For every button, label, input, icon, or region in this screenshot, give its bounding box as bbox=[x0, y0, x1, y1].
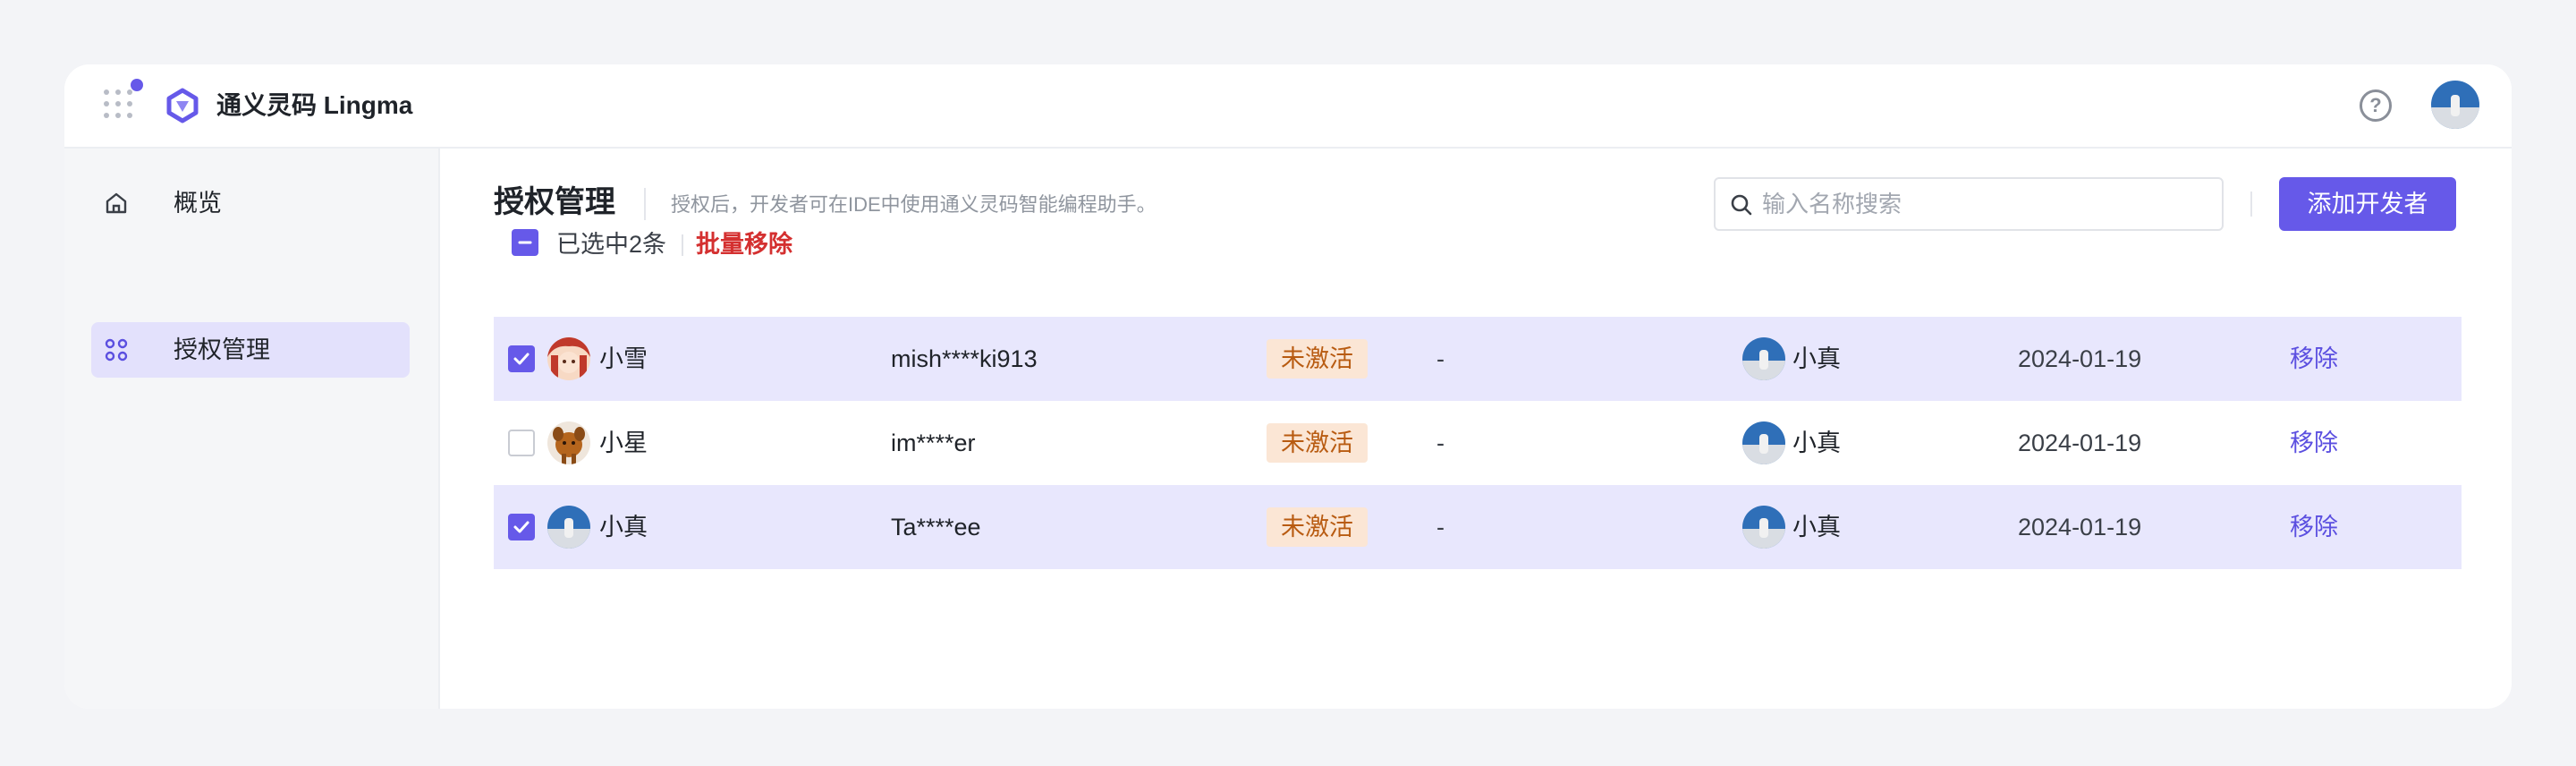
developer-name: 小雪 bbox=[599, 345, 648, 372]
avatar bbox=[547, 421, 590, 464]
sidebar-item-label: 概览 bbox=[174, 190, 222, 217]
apps-dots-icon bbox=[105, 338, 128, 362]
user-avatar[interactable] bbox=[2431, 81, 2479, 129]
search-box[interactable] bbox=[1714, 177, 2224, 231]
inviter-name: 小真 bbox=[1792, 345, 1841, 372]
app-name[interactable]: 通义灵码 Lingma bbox=[216, 89, 412, 122]
avatar bbox=[547, 337, 590, 380]
sidebar: 概览 授权管理 bbox=[64, 149, 440, 709]
status-badge: 未激活 bbox=[1267, 339, 1368, 379]
inviter-name: 小真 bbox=[1792, 514, 1841, 540]
page-description: 授权后，开发者可在IDE中使用通义灵码智能编程助手。 bbox=[671, 193, 1157, 216]
developer-name: 小真 bbox=[599, 514, 648, 540]
notification-dot bbox=[131, 79, 143, 91]
inviter-avatar bbox=[1742, 506, 1785, 549]
row-checkbox[interactable] bbox=[508, 345, 535, 372]
inviter-avatar bbox=[1742, 337, 1785, 380]
sidebar-item-overview[interactable]: 概览 bbox=[91, 175, 410, 231]
select-all-checkbox[interactable] bbox=[512, 229, 538, 256]
status-badge: 未激活 bbox=[1267, 423, 1368, 463]
home-icon bbox=[106, 192, 127, 214]
table-row[interactable]: 小雪 mish****ki913 未激活 - 小真 2024-01-19 移除 bbox=[494, 317, 2462, 401]
row-checkbox[interactable] bbox=[508, 430, 535, 456]
sidebar-item-authorization[interactable]: 授权管理 bbox=[91, 322, 410, 378]
remove-link[interactable]: 移除 bbox=[2290, 343, 2338, 375]
activation-value: - bbox=[1436, 430, 1445, 456]
batch-divider bbox=[682, 234, 683, 256]
top-bar: 通义灵码 Lingma ? bbox=[64, 64, 2512, 149]
table-row[interactable]: 小星 im****er 未激活 - 小真 2024-01-19 移除 bbox=[494, 401, 2462, 485]
page-title: 授权管理 bbox=[494, 185, 615, 219]
sidebar-item-label: 授权管理 bbox=[174, 336, 270, 363]
authorized-date: 2024-01-19 bbox=[2018, 345, 2142, 372]
avatar bbox=[547, 506, 590, 549]
developer-account: im****er bbox=[891, 430, 976, 456]
inviter-name: 小真 bbox=[1792, 430, 1841, 456]
help-circle-icon[interactable]: ? bbox=[2360, 89, 2392, 122]
remove-link[interactable]: 移除 bbox=[2290, 511, 2338, 543]
app-window: 通义灵码 Lingma ? 概览 授权管理 授权管理 授权后，开发者可在IDE中… bbox=[64, 64, 2512, 709]
developer-account: mish****ki913 bbox=[891, 345, 1038, 372]
search-icon bbox=[1731, 194, 1752, 216]
title-divider bbox=[644, 188, 646, 220]
add-developer-button[interactable]: 添加开发者 bbox=[2279, 177, 2456, 231]
batch-action-bar: 已选中2条 批量移除 bbox=[440, 226, 2512, 261]
search-input[interactable] bbox=[1762, 186, 2209, 222]
authorized-date: 2024-01-19 bbox=[2018, 430, 2142, 456]
selected-count: 已选中2条 bbox=[556, 231, 667, 258]
app-grid-icon[interactable] bbox=[104, 79, 143, 122]
activation-value: - bbox=[1436, 514, 1445, 540]
status-badge: 未激活 bbox=[1267, 507, 1368, 547]
remove-link[interactable]: 移除 bbox=[2290, 427, 2338, 459]
activation-value: - bbox=[1436, 345, 1445, 372]
table-row[interactable]: 小真 Ta****ee 未激活 - 小真 2024-01-19 移除 bbox=[494, 485, 2462, 569]
batch-remove-button[interactable]: 批量移除 bbox=[696, 229, 792, 260]
developer-account: Ta****ee bbox=[891, 514, 981, 540]
authorized-date: 2024-01-19 bbox=[2018, 514, 2142, 540]
toolbar-divider bbox=[2250, 192, 2252, 217]
developer-name: 小星 bbox=[599, 430, 648, 456]
row-checkbox[interactable] bbox=[508, 514, 535, 540]
lingma-logo-icon[interactable] bbox=[165, 88, 200, 123]
inviter-avatar bbox=[1742, 421, 1785, 464]
